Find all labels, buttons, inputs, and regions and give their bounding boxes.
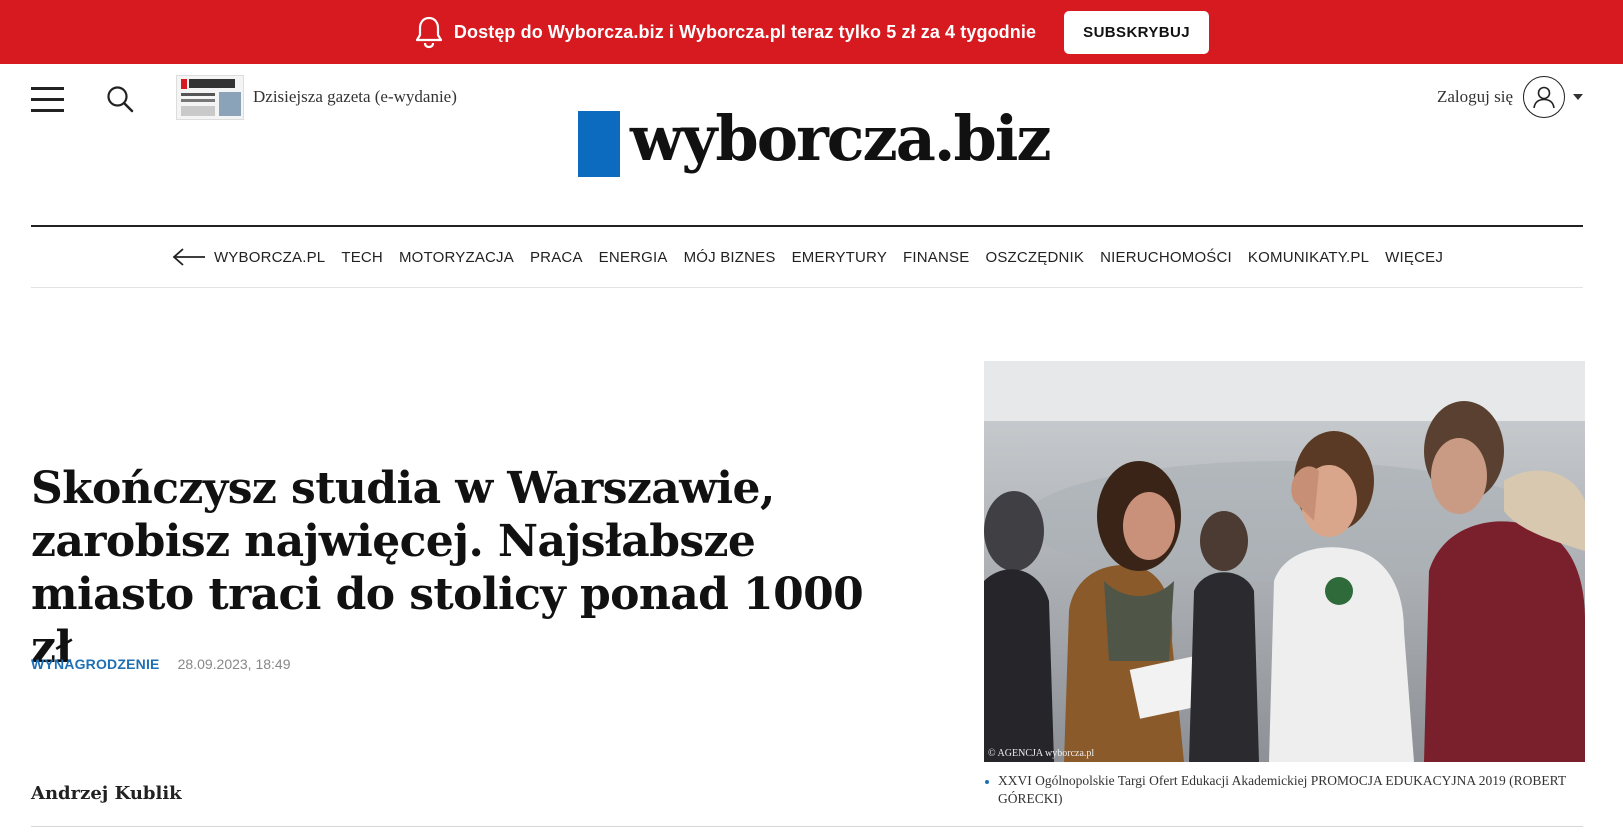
nav-item-moj-biznes[interactable]: MÓJ BIZNES xyxy=(684,249,776,266)
article-headline: Skończysz studia w Warszawie, zarobisz n… xyxy=(31,463,864,673)
promo-text: Dostęp do Wyborcza.biz i Wyborcza.pl ter… xyxy=(453,21,1037,42)
nav-item-wyborcza[interactable]: WYBORCZA.PL xyxy=(214,249,325,266)
nav-item-finanse[interactable]: FINANSE xyxy=(903,249,969,266)
article-meta: WYNAGRODZENIE 28.09.2023, 18:49 xyxy=(31,656,291,672)
subscribe-button[interactable]: SUBSKRYBUJ xyxy=(1064,10,1210,54)
nav-item-komunikaty[interactable]: KOMUNIKATY.PL xyxy=(1248,249,1369,266)
logo-text: wyborcza.biz xyxy=(630,102,1052,175)
site-logo[interactable]: wyborcza.biz xyxy=(578,97,1052,177)
arrow-left-icon[interactable] xyxy=(172,247,206,267)
search-icon[interactable] xyxy=(106,85,134,113)
user-icon xyxy=(1523,76,1565,118)
bell-icon xyxy=(414,15,444,49)
nav-item-wiecej[interactable]: WIĘCEJ xyxy=(1385,249,1443,266)
nav-item-oszczednik[interactable]: OSZCZĘDNIK xyxy=(985,249,1084,266)
login-button[interactable]: Zaloguj się xyxy=(1437,76,1583,118)
author-name[interactable]: Andrzej Kublik xyxy=(31,783,182,804)
nav-item-praca[interactable]: PRACA xyxy=(530,249,583,266)
article-photo: © AGENCJA wyborcza.pl xyxy=(984,361,1585,762)
photo-credit: © AGENCJA wyborcza.pl xyxy=(988,748,1095,759)
nav-item-nieruchomosci[interactable]: NIERUCHOMOŚCI xyxy=(1100,249,1232,266)
publish-date: 28.09.2023, 18:49 xyxy=(177,656,291,672)
nav-item-energia[interactable]: ENERGIA xyxy=(599,249,668,266)
nav-item-emerytury[interactable]: EMERYTURY xyxy=(792,249,887,266)
article-divider xyxy=(31,826,1583,827)
bullet-icon xyxy=(985,780,989,784)
section-nav: WYBORCZA.PL TECH MOTORYZACJA PRACA ENERG… xyxy=(0,226,1623,288)
e-edition-link[interactable]: Dzisiejsza gazeta (e-wydanie) xyxy=(253,87,457,107)
nav-divider xyxy=(31,287,1583,288)
menu-icon[interactable] xyxy=(31,87,64,112)
photo-caption-text: XXVI Ogólnopolskie Targi Ofert Edukacji … xyxy=(998,773,1566,806)
promo-banner: Dostęp do Wyborcza.biz i Wyborcza.pl ter… xyxy=(0,0,1623,64)
chevron-down-icon xyxy=(1573,94,1583,100)
nav-item-tech[interactable]: TECH xyxy=(341,249,383,266)
photo-caption: XXVI Ogólnopolskie Targi Ofert Edukacji … xyxy=(984,772,1584,808)
newspaper-thumbnail[interactable] xyxy=(176,75,244,120)
logo-bar xyxy=(578,111,620,177)
nav-item-motoryzacja[interactable]: MOTORYZACJA xyxy=(399,249,514,266)
category-tag[interactable]: WYNAGRODZENIE xyxy=(31,656,160,672)
login-label: Zaloguj się xyxy=(1436,87,1513,106)
